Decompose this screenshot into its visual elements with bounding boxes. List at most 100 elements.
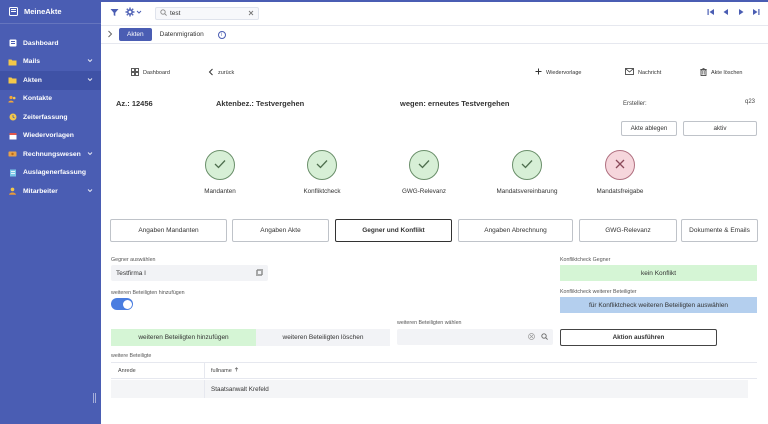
sidebar-item-label: Akten <box>23 76 42 84</box>
status-label: Mandatsvereinbarung <box>496 188 558 195</box>
sidebar-item-rechnungswesen[interactable]: Rechnungswesen <box>0 145 101 164</box>
select-list-icon[interactable] <box>256 268 263 278</box>
dashboard-label: Dashboard <box>143 70 170 76</box>
column-header-fullname[interactable]: fullname <box>204 363 239 378</box>
sidebar-item-label: Zeiterfassung <box>23 113 68 121</box>
expand-chevron-icon[interactable] <box>101 30 119 40</box>
conflict-check-result: kein Konflikt <box>560 265 757 281</box>
status-mandanten[interactable]: Mandanten <box>180 150 260 195</box>
choose-participant-select[interactable] <box>397 329 553 345</box>
status-circle <box>307 150 337 180</box>
tab-akten[interactable]: Akten <box>119 28 152 41</box>
status-konfliktcheck[interactable]: Konfliktcheck <box>282 150 362 195</box>
section-tab-angaben-abrechnung[interactable]: Angaben Abrechnung <box>458 219 573 242</box>
column-header-anrede[interactable]: Anrede <box>111 368 204 374</box>
file-number: Az.: 12456 <box>116 99 153 108</box>
chevron-down-icon <box>87 77 93 84</box>
delete-file-label: Akte löschen <box>711 70 743 76</box>
chevron-down-icon <box>87 188 93 195</box>
first-record-icon[interactable] <box>707 8 715 18</box>
table-row[interactable]: Staatsanwalt Krefeld <box>111 380 748 398</box>
calendar-icon <box>8 131 17 140</box>
conflict-check-participants-button[interactable]: für Konfliktcheck weiteren Beteiligten a… <box>560 297 757 313</box>
record-pager <box>707 8 760 18</box>
add-participant-button[interactable]: weiteren Beteiligten hinzufügen <box>111 329 256 346</box>
search-field[interactable]: test <box>155 7 259 20</box>
sidebar-item-label: Mitarbeiter <box>23 187 58 195</box>
back-label: zurück <box>218 70 235 76</box>
back-button[interactable]: zurück <box>208 68 234 78</box>
file-designation: Aktenbez.: Testvergehen <box>216 99 305 108</box>
next-record-icon[interactable] <box>737 8 745 18</box>
check-icon <box>316 159 328 171</box>
clock-icon <box>8 113 17 122</box>
participants-table-title: weitere Beteiligte <box>111 353 152 359</box>
remove-participant-button[interactable]: weiteren Beteiligten löschen <box>256 329 390 346</box>
sidebar: MeineAkte Dashboard Mails Akten Kontakte Zei… <box>0 0 101 424</box>
filter-icon[interactable] <box>110 8 119 17</box>
sidebar-item-label: Dashboard <box>23 39 59 47</box>
tabs-bar: Akten Datenmigration i <box>101 26 768 44</box>
app-brand[interactable]: MeineAkte <box>0 0 101 24</box>
sidebar-item-kontakte[interactable]: Kontakte <box>0 90 101 109</box>
tab-datenmigration[interactable]: Datenmigration <box>152 28 212 41</box>
status-circle <box>409 150 439 180</box>
status-gwg-relevanz[interactable]: GWG-Relevanz <box>384 150 464 195</box>
status-circle <box>605 150 635 180</box>
settings-dropdown-icon[interactable] <box>125 7 143 17</box>
row-fullname: Staatsanwalt Krefeld <box>204 380 269 398</box>
section-tab-dokumente-emails[interactable]: Dokumente & Emails <box>681 219 758 242</box>
search-input[interactable]: test <box>170 10 245 17</box>
grid-icon <box>131 68 139 78</box>
status-label: Konfliktcheck <box>303 188 341 195</box>
sidebar-item-zeiterfassung[interactable]: Zeiterfassung <box>0 108 101 127</box>
participants-table-header: Anrede fullname <box>111 362 757 379</box>
search-participant-icon[interactable] <box>541 332 548 342</box>
top-bar: test <box>101 0 768 26</box>
invoice-icon <box>8 150 17 159</box>
sidebar-resize-handle[interactable] <box>93 393 96 403</box>
status-mandatsvereinbarung[interactable]: Mandatsvereinbarung <box>487 150 567 195</box>
status-active-button[interactable]: aktiv <box>683 121 757 136</box>
nachricht-button[interactable]: Nachricht <box>625 68 661 77</box>
plus-icon <box>535 68 542 77</box>
sidebar-item-label: Auslagenerfassung <box>23 169 87 177</box>
section-tab-gegner-und-konflikt[interactable]: Gegner und Konflikt <box>335 219 452 242</box>
dashboard-icon <box>8 39 17 48</box>
clear-selection-icon[interactable] <box>528 332 535 342</box>
sidebar-item-mitarbeiter[interactable]: Mitarbeiter <box>0 182 101 201</box>
conflict-check-label: Konfliktcheck Gegner <box>560 257 611 263</box>
sidebar-item-dashboard[interactable]: Dashboard <box>0 34 101 53</box>
info-icon[interactable]: i <box>217 30 226 39</box>
choose-participant-label: weiteren Beteiligten wählen <box>397 320 462 326</box>
sidebar-item-label: Rechnungswesen <box>23 150 81 158</box>
column-header-fullname-label: fullname <box>211 367 232 374</box>
add-participants-toggle-label: weiteren Beteiligten hinzufügen <box>111 290 185 296</box>
sidebar-item-auslagenerfassung[interactable]: Auslagenerfassung <box>0 164 101 183</box>
section-tab-gwg-relevanz[interactable]: GWG-Relevanz <box>579 219 677 242</box>
conflict-check-participants-label: Konfliktcheck weiterer Beteiligter <box>560 289 637 295</box>
section-tab-angaben-mandanten[interactable]: Angaben Mandanten <box>110 219 227 242</box>
delete-file-button[interactable]: Akte löschen <box>700 68 743 78</box>
trash-icon <box>700 68 707 78</box>
wiedervorlage-button[interactable]: Wiedervorlage <box>535 68 581 77</box>
creator-label: Ersteller: <box>623 101 647 107</box>
last-record-icon[interactable] <box>752 8 760 18</box>
envelope-icon <box>625 68 634 77</box>
sidebar-item-mails[interactable]: Mails <box>0 53 101 72</box>
execute-action-button[interactable]: Aktion ausführen <box>560 329 717 346</box>
section-tab-angaben-akte[interactable]: Angaben Akte <box>232 219 329 242</box>
clear-search-icon[interactable] <box>248 10 254 18</box>
app-logo-icon <box>8 7 18 17</box>
add-participants-toggle[interactable] <box>111 298 133 310</box>
dashboard-button[interactable]: Dashboard <box>131 68 170 78</box>
opponent-select[interactable]: Testfirma I <box>111 265 268 281</box>
status-mandatsfreigabe[interactable]: Mandatsfreigabe <box>580 150 660 195</box>
wiedervorlage-label: Wiedervorlage <box>546 69 582 76</box>
sidebar-item-akten[interactable]: Akten <box>0 71 101 90</box>
previous-record-icon[interactable] <box>722 8 730 18</box>
archive-file-button[interactable]: Akte ablegen <box>621 121 677 136</box>
sidebar-item-wiedervorlagen[interactable]: Wiedervorlagen <box>0 127 101 146</box>
chevron-down-icon <box>87 151 93 158</box>
sort-ascending-icon <box>234 367 239 374</box>
